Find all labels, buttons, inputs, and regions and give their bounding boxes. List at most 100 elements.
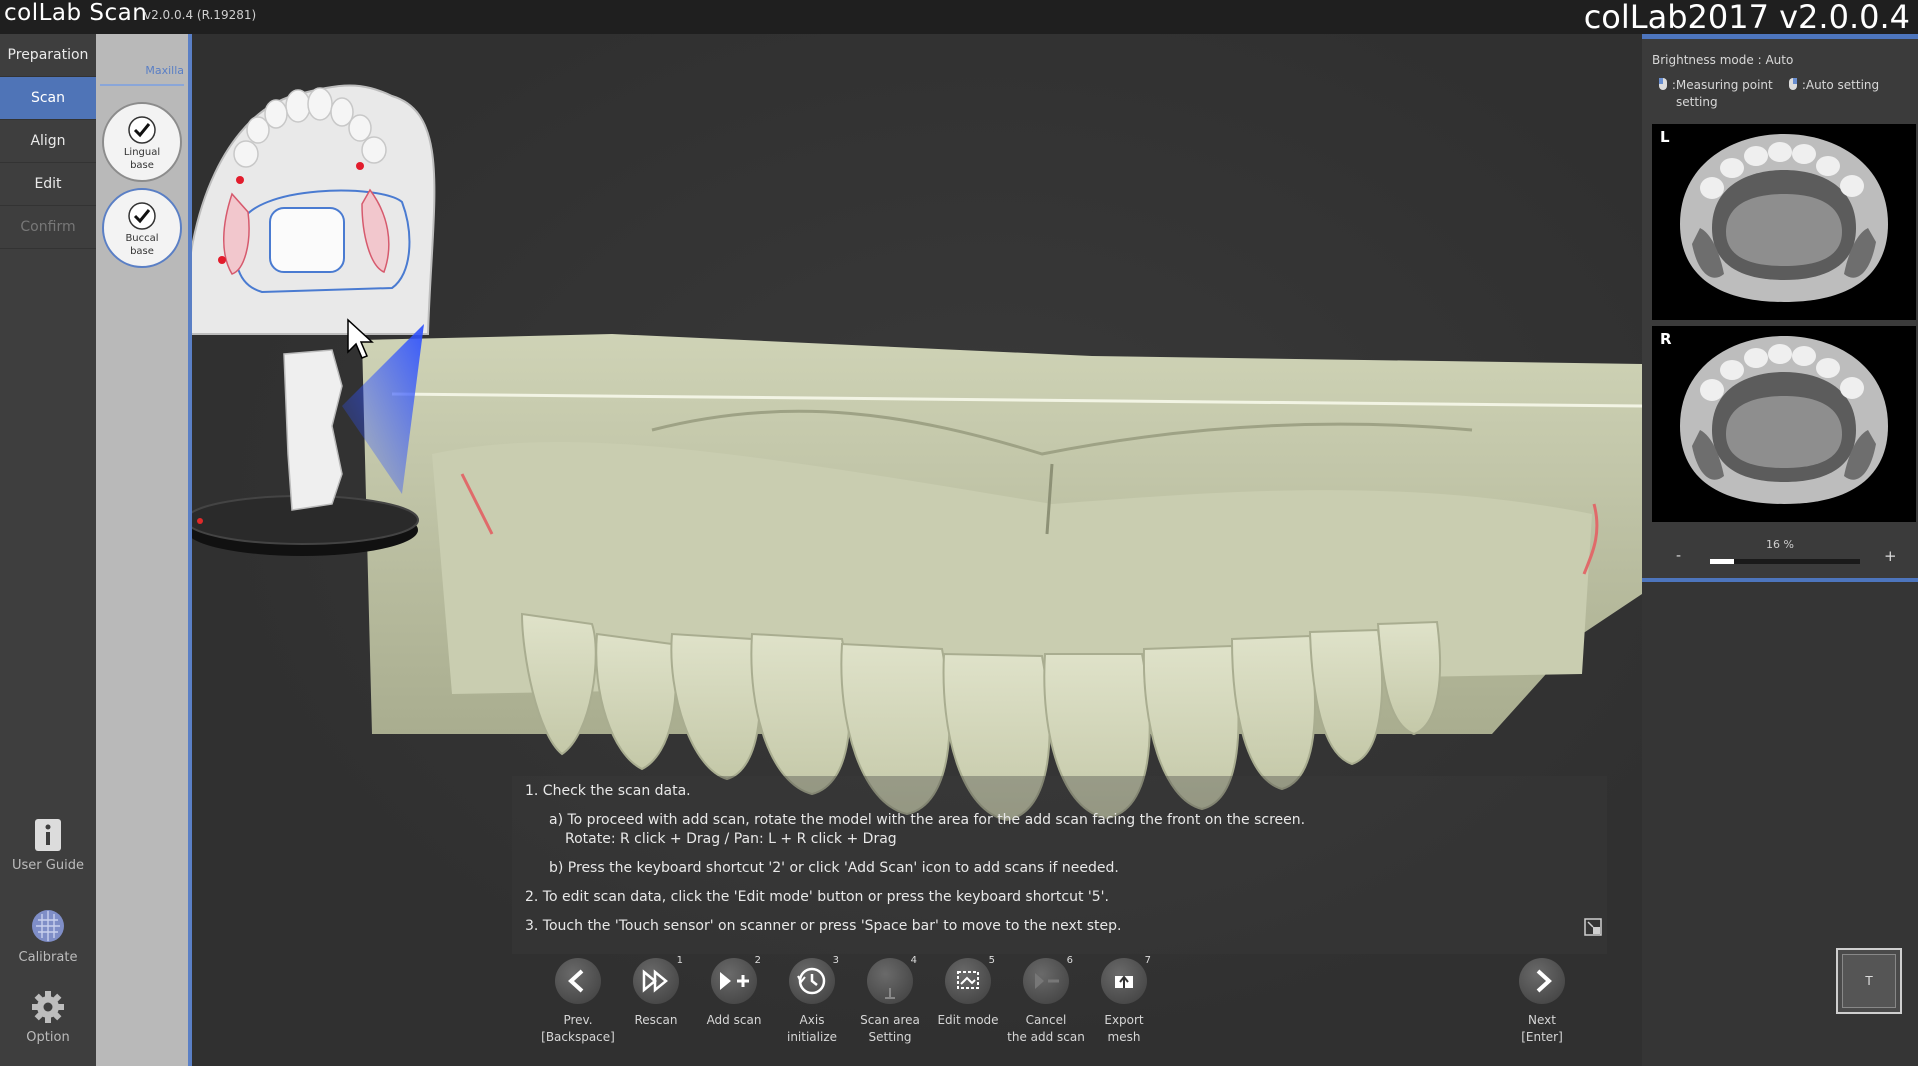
axis-label: Axis [799, 1013, 825, 1027]
legend-measuring-text: :Measuring point [1671, 78, 1773, 92]
option-button[interactable]: Option [0, 990, 96, 1045]
title-bar: colLab Scan v2.0.0.4 (R.19281) colLab201… [0, 0, 1918, 34]
right-camera-label: R [1660, 330, 1672, 348]
history-clock-icon: 3 [789, 955, 839, 1004]
shortcut-number: 5 [988, 955, 995, 966]
shortcut-number: 7 [1144, 955, 1151, 966]
view-toggle-button[interactable]: T [1836, 948, 1902, 1014]
step-buccal-base[interactable]: Buccal base [102, 188, 182, 268]
shortcut-number: 2 [754, 955, 761, 966]
user-guide-button[interactable]: User Guide [0, 818, 96, 873]
scan-area-setting-button[interactable]: 4 Scan area Setting [850, 955, 930, 1046]
instruction-step-1: 1. Check the scan data. [525, 783, 691, 799]
app-version: v2.0.0.4 (R.19281) [144, 8, 257, 22]
add-scan-button[interactable]: 2 Add scan [694, 955, 774, 1029]
scan-area-label-2: Setting [868, 1030, 912, 1044]
edit-mode-icon: 5 [945, 955, 995, 1004]
nav-item-edit[interactable]: Edit [0, 163, 96, 206]
shortcut-number: 3 [832, 955, 839, 966]
camera-panel: Brightness mode : Auto :Measuring point … [1642, 34, 1918, 582]
export-mesh-button[interactable]: 7 Export mesh [1084, 955, 1164, 1046]
legend-measuring-text-2: setting [1676, 95, 1718, 109]
jaw-label: Maxilla [145, 64, 184, 77]
prev-button[interactable]: Prev. [Backspace] [538, 958, 618, 1046]
left-nav: Preparation Scan Align Edit Confirm User… [0, 34, 96, 1066]
calibrate-label: Calibrate [18, 950, 78, 965]
collapse-instructions-icon[interactable] [1584, 918, 1602, 936]
mouse-right-icon [1789, 78, 1797, 90]
export-mesh-icon: 7 [1101, 955, 1151, 1004]
cancel-add-label-2: the add scan [1007, 1030, 1085, 1044]
scan-step-panel: Maxilla Lingual base Buccal base [96, 34, 192, 1066]
nav-item-confirm: Confirm [0, 206, 96, 249]
left-camera-view[interactable]: L [1652, 124, 1916, 320]
prev-shortcut: [Backspace] [541, 1030, 615, 1044]
window-title: colLab2017 v2.0.0.4 [1583, 0, 1910, 36]
shortcut-number: 4 [910, 955, 917, 966]
rescan-button[interactable]: 1 Rescan [616, 955, 696, 1029]
next-button[interactable]: Next [Enter] [1502, 958, 1582, 1046]
instruction-rotate-pan: Rotate: R click + Drag / Pan: L + R clic… [565, 831, 897, 847]
right-camera-view[interactable]: R [1652, 326, 1916, 522]
next-arrow-icon [1519, 958, 1565, 1004]
brightness-mode: Brightness mode : Auto [1652, 53, 1794, 67]
nav-item-align[interactable]: Align [0, 120, 96, 163]
cancel-add-label: Cancel [1025, 1013, 1067, 1027]
right-camera-image [1680, 336, 1888, 504]
step-label-line2: base [130, 160, 154, 171]
jaw-underline [100, 84, 184, 86]
prev-label: Prev. [563, 1013, 593, 1027]
legend-auto-setting: :Auto setting [1788, 77, 1879, 94]
option-label: Option [26, 1030, 70, 1045]
step-label-line1: Buccal [125, 233, 159, 244]
user-guide-label: User Guide [12, 858, 84, 873]
prev-arrow-icon [555, 958, 601, 1004]
instruction-step-3: 3. Touch the 'Touch sensor' on scanner o… [525, 918, 1122, 934]
step-label-line1: Lingual [123, 147, 161, 158]
mouse-left-icon [1659, 78, 1667, 90]
shortcut-number: 6 [1066, 955, 1073, 966]
nav-item-scan[interactable]: Scan [0, 77, 96, 120]
scanner-illustration [192, 324, 424, 556]
zoom-out-button[interactable]: - [1676, 548, 1681, 564]
zoom-slider[interactable] [1710, 559, 1860, 564]
next-shortcut: [Enter] [1521, 1030, 1563, 1044]
edit-mode-button[interactable]: 5 Edit mode [928, 955, 1008, 1029]
shortcut-number: 1 [676, 955, 683, 966]
axis-initialize-button[interactable]: 3 Axis initialize [772, 955, 852, 1046]
dental-model-3d [362, 334, 1642, 822]
check-icon [128, 116, 156, 144]
cancel-add-scan-button[interactable]: 6 Cancel the add scan [1006, 955, 1086, 1046]
info-book-icon [35, 819, 61, 851]
calibration-grid-icon [32, 910, 64, 942]
add-scan-icon: 2 [711, 955, 761, 1004]
step-lingual-base[interactable]: Lingual base [102, 102, 182, 182]
export-label: Export [1104, 1013, 1144, 1027]
calibrate-button[interactable]: Calibrate [0, 908, 96, 965]
app-name: colLab Scan [4, 0, 148, 26]
gear-icon [32, 991, 64, 1023]
zoom-in-button[interactable]: + [1884, 547, 1897, 565]
check-icon [128, 202, 156, 230]
instruction-step-1a: a) To proceed with add scan, rotate the … [549, 812, 1306, 828]
edit-mode-label: Edit mode [937, 1013, 999, 1027]
zoom-percent: 16 % [1766, 538, 1794, 551]
next-label: Next [1528, 1013, 1556, 1027]
step-label-line2: base [130, 246, 154, 257]
cancel-add-scan-icon: 6 [1023, 955, 1073, 1004]
instruction-step-2: 2. To edit scan data, click the 'Edit mo… [525, 889, 1109, 905]
left-camera-image [1680, 134, 1888, 302]
rescan-icon: 1 [633, 955, 683, 1004]
axis-label-2: initialize [786, 1030, 837, 1044]
left-camera-label: L [1660, 128, 1670, 146]
instruction-step-1b: b) Press the keyboard shortcut '2' or cl… [549, 860, 1119, 876]
view-toggle-label: T [1865, 974, 1873, 988]
occlusal-preview [192, 84, 436, 335]
legend-measuring-point: :Measuring point setting [1658, 77, 1773, 111]
add-scan-label: Add scan [706, 1013, 762, 1027]
nav-item-preparation[interactable]: Preparation [0, 34, 96, 77]
scan-area-icon: 4 [867, 955, 917, 1004]
rescan-label: Rescan [634, 1013, 678, 1027]
legend-auto-text: :Auto setting [1801, 78, 1880, 92]
instructions-panel: 1. Check the scan data. a) To proceed wi… [512, 776, 1607, 954]
